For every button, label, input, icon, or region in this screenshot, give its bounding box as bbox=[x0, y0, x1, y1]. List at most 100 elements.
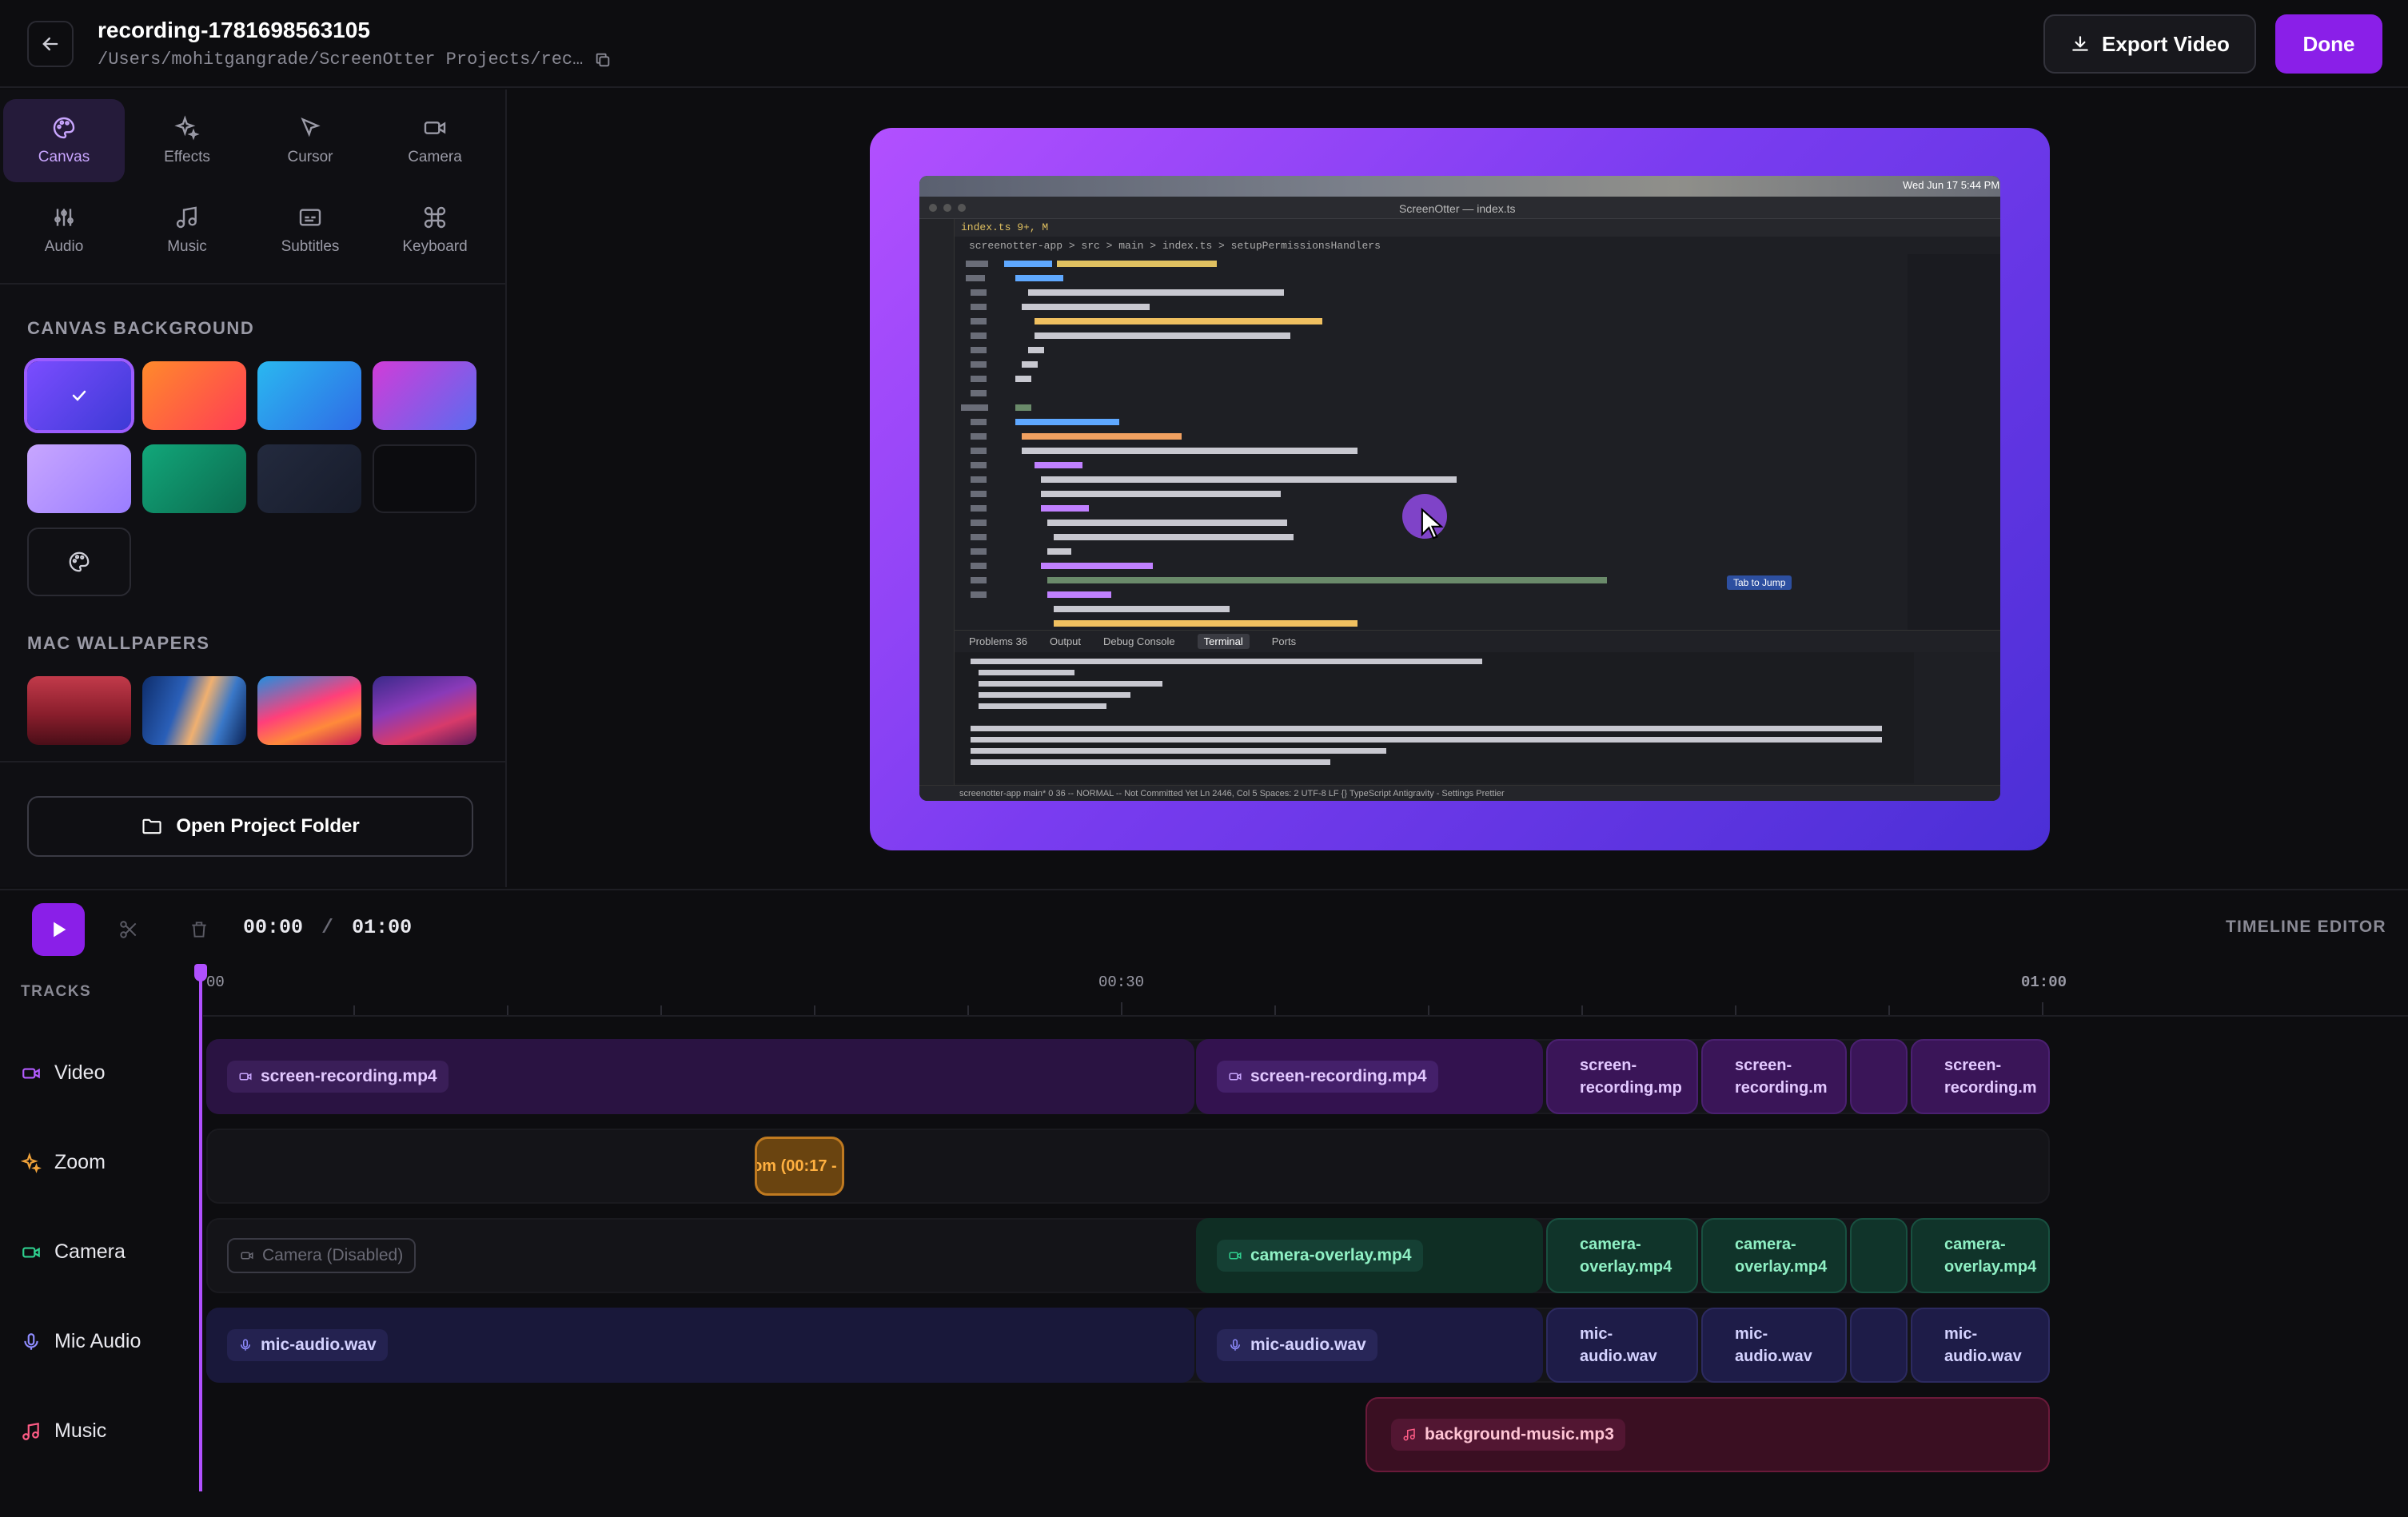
tool-music[interactable]: Music bbox=[126, 189, 248, 272]
timeline-editor-label: TIMELINE EDITOR bbox=[2226, 918, 2386, 936]
mic-icon bbox=[1230, 1339, 1240, 1351]
background-swatch-purple[interactable] bbox=[24, 358, 134, 433]
ruler-label-60s: 01:00 bbox=[2021, 974, 2067, 991]
folder-icon bbox=[142, 818, 161, 834]
mic-audio-clip[interactable]: mic-audio.wav bbox=[1196, 1308, 1543, 1383]
music-note-icon bbox=[176, 206, 197, 229]
background-swatch-orange[interactable] bbox=[142, 361, 246, 430]
mic-audio-clip[interactable]: mic-audio.wav bbox=[1701, 1308, 1847, 1383]
video-clip[interactable]: screen-recording.mp bbox=[1546, 1039, 1698, 1114]
delete-button[interactable] bbox=[176, 906, 222, 953]
tool-canvas-label: Canvas bbox=[38, 149, 90, 165]
wallpaper-red-lake[interactable] bbox=[27, 676, 131, 745]
palette-icon bbox=[69, 551, 90, 572]
zoom-track[interactable] bbox=[206, 1129, 2050, 1204]
zoom-clip[interactable]: om (00:17 - ( bbox=[755, 1137, 844, 1196]
background-swatch-black[interactable] bbox=[373, 444, 476, 513]
video-clip[interactable]: screen-recording.m bbox=[1701, 1039, 1847, 1114]
code-lines-graphic bbox=[961, 261, 1607, 627]
camera-clip-disabled[interactable]: Camera (Disabled) bbox=[206, 1218, 1194, 1293]
clip-label: camera-overlay.mp4 bbox=[1580, 1236, 1672, 1276]
music-note-icon bbox=[1403, 1428, 1415, 1441]
panel-tab-output[interactable]: Output bbox=[1050, 635, 1081, 647]
minimize-dot-icon bbox=[943, 204, 951, 212]
video-clip[interactable]: screen-recording.mp4 bbox=[206, 1039, 1194, 1114]
mac-wallpapers-heading: MAC WALLPAPERS bbox=[27, 633, 210, 653]
ruler-tick bbox=[507, 1005, 508, 1015]
scissors-icon bbox=[120, 921, 137, 938]
video-clip[interactable]: screen-recording.m bbox=[1911, 1039, 2050, 1114]
time-separator: / bbox=[321, 916, 334, 939]
tool-camera[interactable]: Camera bbox=[374, 99, 496, 182]
wallpaper-monterey[interactable] bbox=[373, 676, 476, 745]
camera-clip[interactable] bbox=[1850, 1218, 1908, 1293]
editor-statusbar: screenotter-app main* 0 36 -- NORMAL -- … bbox=[919, 785, 2000, 801]
play-icon bbox=[54, 922, 66, 938]
ruler-label-30s: 00:30 bbox=[1098, 974, 1145, 991]
video-clip[interactable] bbox=[1850, 1039, 1908, 1114]
export-video-button[interactable]: Export Video bbox=[2043, 14, 2256, 74]
wallpaper-blue-orange[interactable] bbox=[142, 676, 246, 745]
copy-icon[interactable] bbox=[594, 51, 612, 69]
camera-clip[interactable]: camera-overlay.mp4 bbox=[1196, 1218, 1543, 1293]
tool-subtitles-label: Subtitles bbox=[281, 238, 340, 255]
custom-color-button[interactable] bbox=[27, 528, 131, 596]
background-swatch-navy[interactable] bbox=[257, 444, 361, 513]
playhead-handle[interactable] bbox=[194, 964, 207, 981]
track-name-camera: Camera bbox=[54, 1240, 126, 1263]
music-clip[interactable]: background-music.mp3 bbox=[1365, 1397, 2050, 1472]
mic-audio-clip[interactable]: mic-audio.wav bbox=[1911, 1308, 2050, 1383]
tool-audio[interactable]: Audio bbox=[3, 189, 125, 272]
video-icon bbox=[22, 1068, 40, 1078]
terminal-output bbox=[955, 652, 1914, 783]
camera-clip[interactable]: camera-overlay.mp4 bbox=[1701, 1218, 1847, 1293]
cursor-icon bbox=[301, 117, 321, 137]
tool-keyboard[interactable]: Keyboard bbox=[374, 189, 496, 272]
mic-audio-clip[interactable]: mic-audio.wav bbox=[1546, 1308, 1698, 1383]
music-note-icon bbox=[22, 1422, 39, 1440]
video-clip[interactable]: screen-recording.mp4 bbox=[1196, 1039, 1543, 1114]
clip-label: camera-overlay.mp4 bbox=[1944, 1236, 2037, 1276]
wallpaper-big-sur[interactable] bbox=[257, 676, 361, 745]
terminal-lines-graphic bbox=[971, 659, 1882, 765]
camera-clip[interactable]: camera-overlay.mp4 bbox=[1546, 1218, 1698, 1293]
split-button[interactable] bbox=[106, 906, 152, 953]
clip-label: mic-audio.wav bbox=[261, 1336, 377, 1354]
tool-canvas[interactable]: Canvas bbox=[3, 99, 125, 182]
background-swatch-blue[interactable] bbox=[257, 361, 361, 430]
divider bbox=[0, 889, 2408, 890]
panel-tab-problems[interactable]: Problems 36 bbox=[969, 635, 1027, 647]
panel-tab-debug[interactable]: Debug Console bbox=[1103, 635, 1175, 647]
ruler-tick bbox=[1888, 1005, 1890, 1015]
back-button[interactable] bbox=[27, 21, 74, 67]
mac-menubar bbox=[919, 176, 2000, 197]
tool-subtitles[interactable]: Subtitles bbox=[249, 189, 371, 272]
clip-label: screen-recording.m bbox=[1944, 1057, 2037, 1097]
panel-tab-terminal[interactable]: Terminal bbox=[1197, 634, 1250, 649]
done-button[interactable]: Done bbox=[2275, 14, 2382, 74]
minimap bbox=[1908, 254, 2000, 630]
background-swatch-lavender[interactable] bbox=[27, 444, 131, 513]
tool-keyboard-label: Keyboard bbox=[402, 238, 468, 255]
mic-audio-clip[interactable]: mic-audio.wav bbox=[206, 1308, 1194, 1383]
mic-audio-clip[interactable] bbox=[1850, 1308, 1908, 1383]
export-video-label: Export Video bbox=[2102, 31, 2230, 56]
play-button[interactable] bbox=[32, 903, 85, 956]
download-icon bbox=[2072, 36, 2088, 51]
tool-effects[interactable]: Effects bbox=[126, 99, 248, 182]
playhead[interactable] bbox=[199, 967, 202, 1491]
tool-cursor[interactable]: Cursor bbox=[249, 99, 371, 182]
ruler-tick bbox=[1428, 1005, 1429, 1015]
open-project-folder-button[interactable]: Open Project Folder bbox=[27, 796, 473, 857]
window-controls bbox=[929, 204, 966, 212]
camera-clip[interactable]: camera-overlay.mp4 bbox=[1911, 1218, 2050, 1293]
background-swatch-green[interactable] bbox=[142, 444, 246, 513]
editor-tabs bbox=[955, 219, 2000, 237]
tool-music-label: Music bbox=[167, 238, 207, 255]
background-swatch-magenta[interactable] bbox=[373, 361, 476, 430]
clip-label: Camera (Disabled) bbox=[262, 1246, 404, 1264]
sparkles-icon bbox=[174, 115, 200, 141]
project-title: recording-1781698563105 bbox=[98, 18, 370, 42]
panel-tab-ports[interactable]: Ports bbox=[1272, 635, 1296, 647]
arrow-left-icon bbox=[42, 37, 58, 51]
